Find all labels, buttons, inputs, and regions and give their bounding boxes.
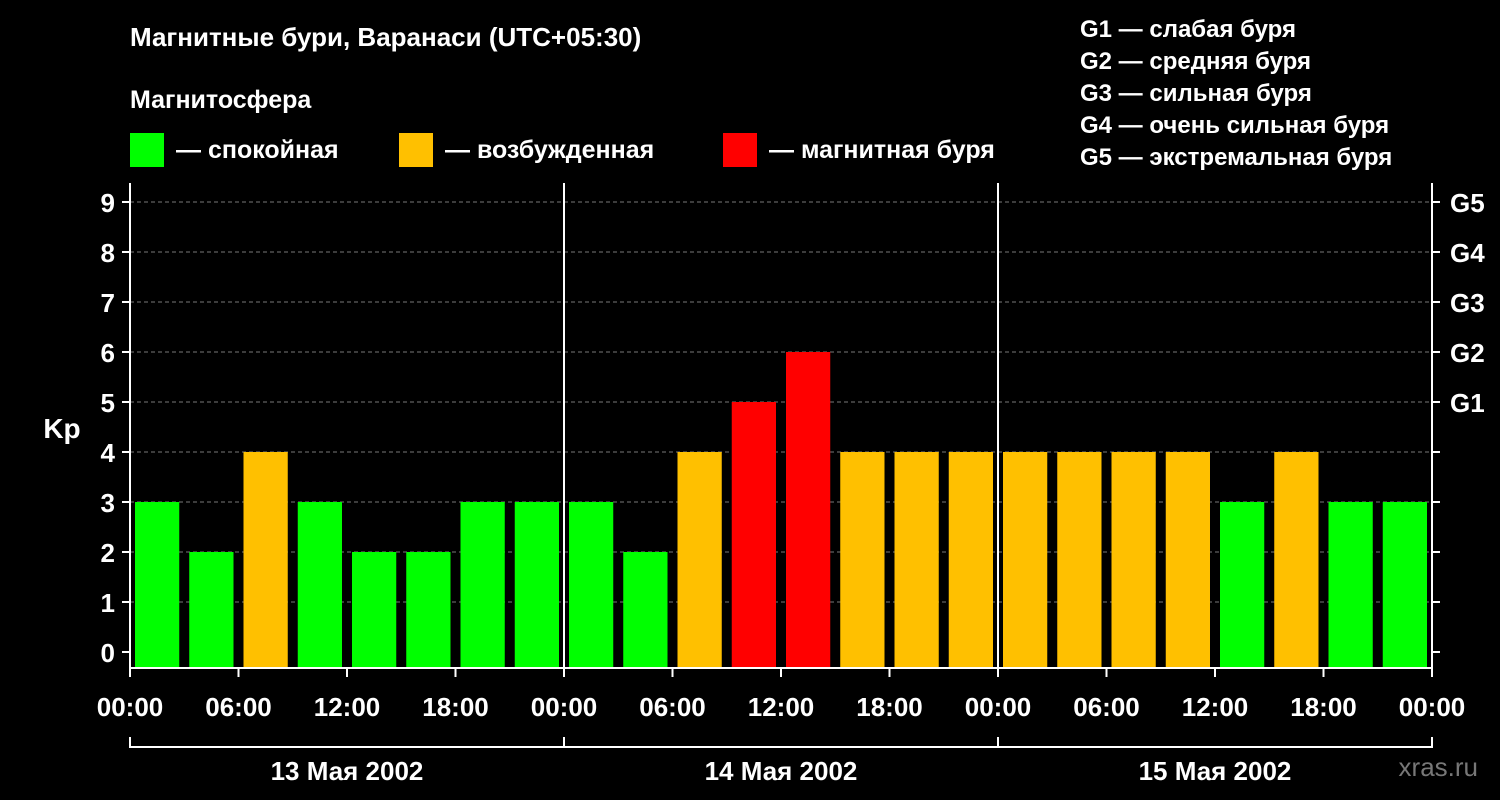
g-tick-label: G1 xyxy=(1450,388,1485,418)
g-tick-label: G5 xyxy=(1450,188,1485,218)
day-label: 15 Мая 2002 xyxy=(1139,756,1292,786)
x-tick-label: 12:00 xyxy=(1182,692,1249,722)
y-tick-label: 1 xyxy=(101,588,115,618)
g-tick-label: G3 xyxy=(1450,288,1485,318)
y-tick-label: 4 xyxy=(101,438,116,468)
kp-bar xyxy=(1111,452,1156,668)
x-tick-label: 12:00 xyxy=(314,692,381,722)
kp-bar xyxy=(731,402,776,668)
x-tick-label: 00:00 xyxy=(1399,692,1466,722)
g-tick-label: G4 xyxy=(1450,238,1485,268)
x-tick-label: 06:00 xyxy=(639,692,706,722)
y-tick-label: 3 xyxy=(101,488,115,518)
x-tick-label: 18:00 xyxy=(856,692,923,722)
kp-bar xyxy=(569,502,614,668)
kp-bar xyxy=(1003,452,1048,668)
kp-bar xyxy=(1274,452,1319,668)
x-tick-label: 12:00 xyxy=(748,692,815,722)
day-label: 13 Мая 2002 xyxy=(271,756,424,786)
kp-bar xyxy=(189,552,234,668)
y-tick-label: 7 xyxy=(101,288,115,318)
y-tick-label: 6 xyxy=(101,338,115,368)
kp-bar xyxy=(460,502,505,668)
kp-bar xyxy=(677,452,722,668)
x-tick-label: 06:00 xyxy=(205,692,272,722)
x-tick-label: 00:00 xyxy=(531,692,598,722)
watermark: xras.ru xyxy=(1398,752,1478,782)
y-tick-label: 5 xyxy=(101,388,115,418)
kp-bar xyxy=(786,352,831,668)
y-tick-label: 9 xyxy=(101,188,115,218)
kp-bar xyxy=(352,552,397,668)
kp-bar xyxy=(623,552,668,668)
y-tick-label: 2 xyxy=(101,538,115,568)
x-tick-label: 00:00 xyxy=(965,692,1032,722)
g-tick-label: G2 xyxy=(1450,338,1485,368)
kp-bar xyxy=(894,452,939,668)
x-tick-label: 18:00 xyxy=(422,692,489,722)
kp-bar xyxy=(1220,502,1265,668)
kp-bar xyxy=(948,452,993,668)
kp-bar xyxy=(135,502,180,668)
kp-bar xyxy=(514,502,559,668)
kp-bar xyxy=(297,502,342,668)
kp-bar xyxy=(243,452,288,668)
y-axis-label: Kp xyxy=(43,413,80,444)
kp-bar xyxy=(1328,502,1373,668)
kp-bar xyxy=(840,452,885,668)
kp-bar xyxy=(1057,452,1102,668)
kp-bar-chart: 0 1 2 3 4 5 6 7 8 9 G1 G2 G3 G4 G5 Kp 00:00 06:00 12:00 18:… xyxy=(43,183,1485,786)
x-tick-label: 18:00 xyxy=(1290,692,1357,722)
y-tick-label: 8 xyxy=(101,238,115,268)
kp-bar xyxy=(406,552,451,668)
x-tick-label: 06:00 xyxy=(1073,692,1140,722)
kp-bar xyxy=(1382,502,1427,668)
kp-bar xyxy=(1165,452,1210,668)
x-tick-label: 00:00 xyxy=(97,692,164,722)
day-label: 14 Мая 2002 xyxy=(705,756,858,786)
y-tick-label: 0 xyxy=(101,638,115,668)
